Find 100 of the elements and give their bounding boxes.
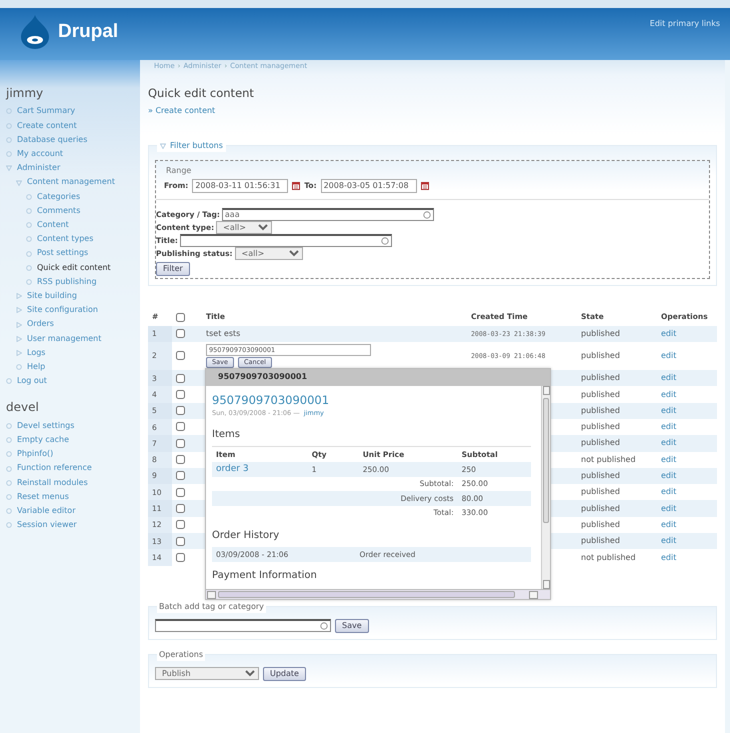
menu-link[interactable]: Reinstall modules	[17, 476, 88, 490]
menu-link[interactable]: Function reference	[17, 461, 92, 476]
menu-link[interactable]: Help	[27, 360, 46, 374]
menu-link[interactable]: Orders	[27, 317, 54, 332]
table-cell: published	[581, 390, 620, 399]
menu-link[interactable]: Logs	[27, 346, 46, 360]
circle-bullet-icon	[16, 364, 22, 370]
circle-bullet-icon	[26, 236, 32, 242]
table-cell: published	[581, 438, 620, 448]
tag-field[interactable]	[155, 619, 331, 632]
edit-link[interactable]: edit	[661, 504, 676, 513]
edit-link[interactable]: edit	[661, 438, 676, 448]
edit-link[interactable]: edit	[661, 536, 676, 546]
checkbox[interactable]	[176, 536, 185, 546]
edit-link[interactable]: edit	[661, 373, 676, 382]
circle-bullet-icon	[6, 151, 12, 158]
site-name[interactable]: Drupal	[58, 18, 118, 46]
checkbox[interactable]	[176, 455, 185, 464]
create-content-link[interactable]: » Create content	[148, 106, 216, 115]
menu-link[interactable]: Quick edit content	[37, 260, 111, 275]
menu-link[interactable]: Cart Summary	[17, 104, 76, 119]
select-field[interactable]: Publish	[155, 667, 259, 680]
edit-link[interactable]: edit	[661, 406, 676, 415]
menu-link[interactable]: Categories	[37, 190, 80, 204]
filter-button[interactable]: Filter	[156, 262, 190, 276]
menu-link[interactable]: Devel settings	[17, 418, 74, 434]
block-title: jimmy	[6, 86, 44, 100]
select-field[interactable]: <all>	[234, 246, 303, 260]
table-cell: published	[581, 406, 620, 415]
checkbox[interactable]	[176, 520, 185, 530]
menu-link[interactable]: Database queries	[17, 132, 88, 147]
checkbox[interactable]	[176, 422, 185, 432]
circle-bullet-icon	[6, 508, 12, 514]
edit-link[interactable]: edit	[661, 390, 676, 399]
checkbox[interactable]	[176, 488, 185, 497]
menu-link[interactable]: Administer	[17, 161, 60, 176]
menu-link[interactable]: Variable editor	[17, 504, 76, 518]
edit-link[interactable]: edit	[661, 520, 676, 529]
primary-links-link[interactable]: Edit primary links	[650, 18, 720, 30]
edit-link[interactable]: edit	[661, 422, 676, 432]
edit-link[interactable]: edit	[661, 454, 676, 464]
circle-bullet-icon	[6, 522, 12, 528]
update-button[interactable]: Update	[263, 666, 306, 681]
checkbox[interactable]	[176, 406, 185, 416]
throbber-icon	[380, 236, 389, 245]
calendar-icon[interactable]	[420, 182, 429, 190]
horizontal-scrollbar[interactable]	[206, 588, 550, 599]
triangle-down-icon	[16, 180, 22, 186]
edit-link[interactable]: edit	[661, 487, 676, 496]
menu-link[interactable]: Create content	[17, 118, 77, 133]
order-title-link[interactable]: 9507909703090001	[212, 392, 531, 410]
checkbox[interactable]	[176, 552, 185, 562]
edit-link[interactable]: edit	[661, 552, 676, 562]
menu-link[interactable]: Session viewer	[17, 518, 77, 532]
edit-link[interactable]: edit	[661, 471, 676, 480]
menu-link[interactable]: Site building	[27, 289, 77, 304]
edit-link[interactable]: edit	[661, 351, 676, 360]
date-field[interactable]: 2008-03-05 01:57:08	[320, 178, 417, 193]
menu-link[interactable]: Comments	[37, 204, 80, 218]
save-button[interactable]: Save	[335, 618, 369, 633]
autocomplete-field[interactable]: aaa	[222, 208, 434, 221]
checkbox[interactable]	[176, 390, 185, 399]
checkbox[interactable]	[176, 504, 185, 513]
table-cell: published	[581, 487, 620, 496]
calendar-icon[interactable]	[292, 182, 300, 190]
checkbox[interactable]	[176, 329, 185, 338]
throbber-icon	[422, 210, 431, 219]
menu-link[interactable]: Phpinfo()	[17, 447, 54, 462]
date-field[interactable]: 2008-03-11 01:56:31	[192, 178, 288, 193]
menu-link[interactable]: Content types	[37, 232, 94, 246]
menu-link[interactable]: RSS publishing	[37, 274, 97, 290]
checkbox[interactable]	[176, 471, 185, 480]
select-field[interactable]: <all>	[216, 220, 272, 234]
menu-link[interactable]: Log out	[17, 374, 47, 388]
menu-link[interactable]: My account	[17, 147, 64, 162]
checkbox[interactable]	[176, 351, 185, 360]
section-heading: Items	[212, 428, 241, 442]
edit-link[interactable]: edit	[661, 328, 676, 338]
menu-link[interactable]: Empty cache	[17, 433, 70, 448]
triangle-right-icon	[16, 293, 22, 300]
circle-bullet-icon	[6, 122, 12, 129]
circle-bullet-icon	[6, 136, 12, 143]
vertical-scrollbar[interactable]	[541, 386, 550, 589]
table-cell: not published	[581, 454, 636, 464]
menu-link[interactable]: Site configuration	[27, 303, 98, 318]
autocomplete-field[interactable]	[180, 234, 392, 247]
circle-bullet-icon	[6, 378, 12, 384]
popup-title-bar: 9507909703090001	[206, 368, 550, 386]
checkbox[interactable]	[176, 438, 185, 448]
triangle-right-icon	[16, 350, 22, 356]
checkbox[interactable]	[176, 374, 185, 383]
fieldset-legend: Batch add tag or category	[157, 600, 266, 613]
fieldset-legend: Operations	[157, 648, 205, 661]
block-title: devel	[6, 400, 40, 415]
menu-link[interactable]: Content management	[27, 175, 115, 190]
menu-link[interactable]: Post settings	[37, 246, 88, 261]
menu-link[interactable]: Reset menus	[17, 490, 69, 504]
menu-link[interactable]: Content	[37, 218, 69, 232]
menu-link[interactable]: User management	[27, 332, 102, 346]
checkbox[interactable]	[176, 312, 185, 322]
